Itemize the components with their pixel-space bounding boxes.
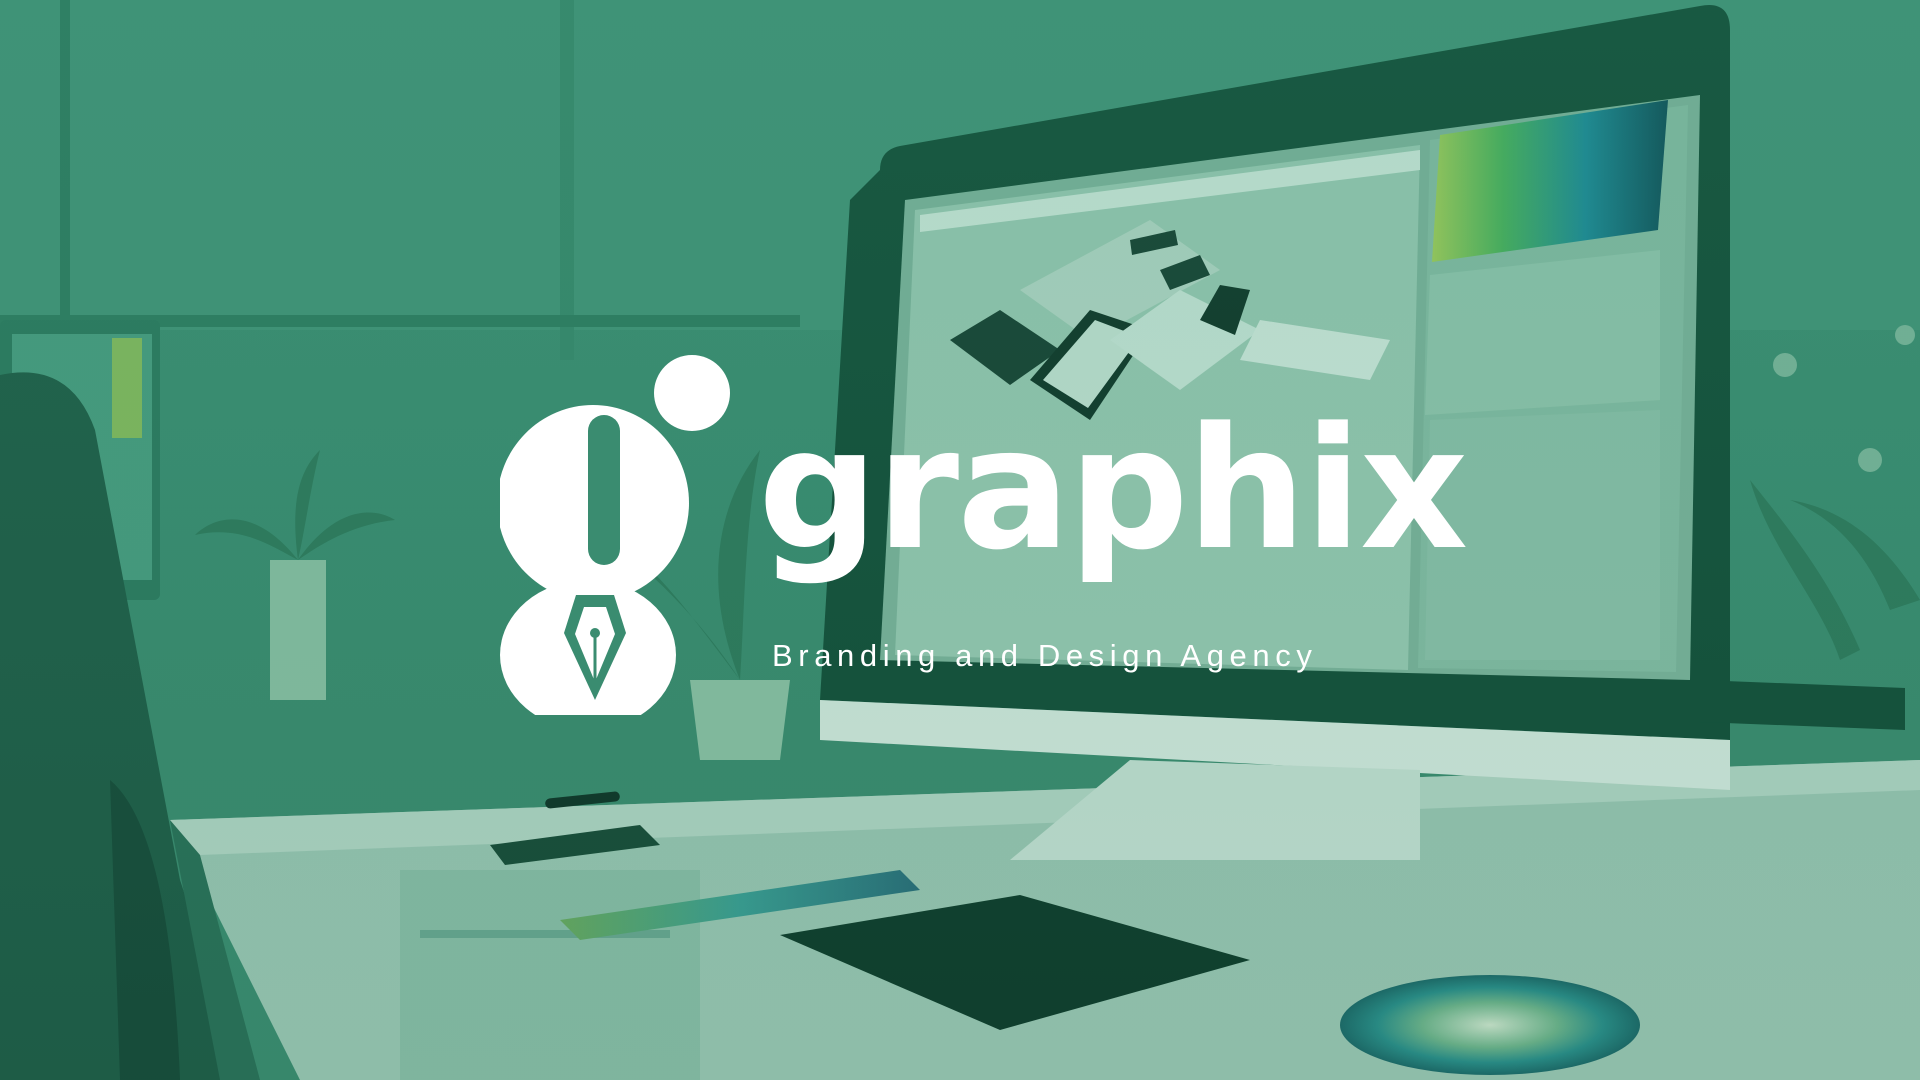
phone-on-desk bbox=[1700, 680, 1905, 730]
brand-tagline: Branding and Design Agency bbox=[772, 638, 1318, 673]
letter-g-with-pen-nib-icon bbox=[500, 355, 730, 715]
brand-wordmark: graphix bbox=[758, 391, 1468, 587]
